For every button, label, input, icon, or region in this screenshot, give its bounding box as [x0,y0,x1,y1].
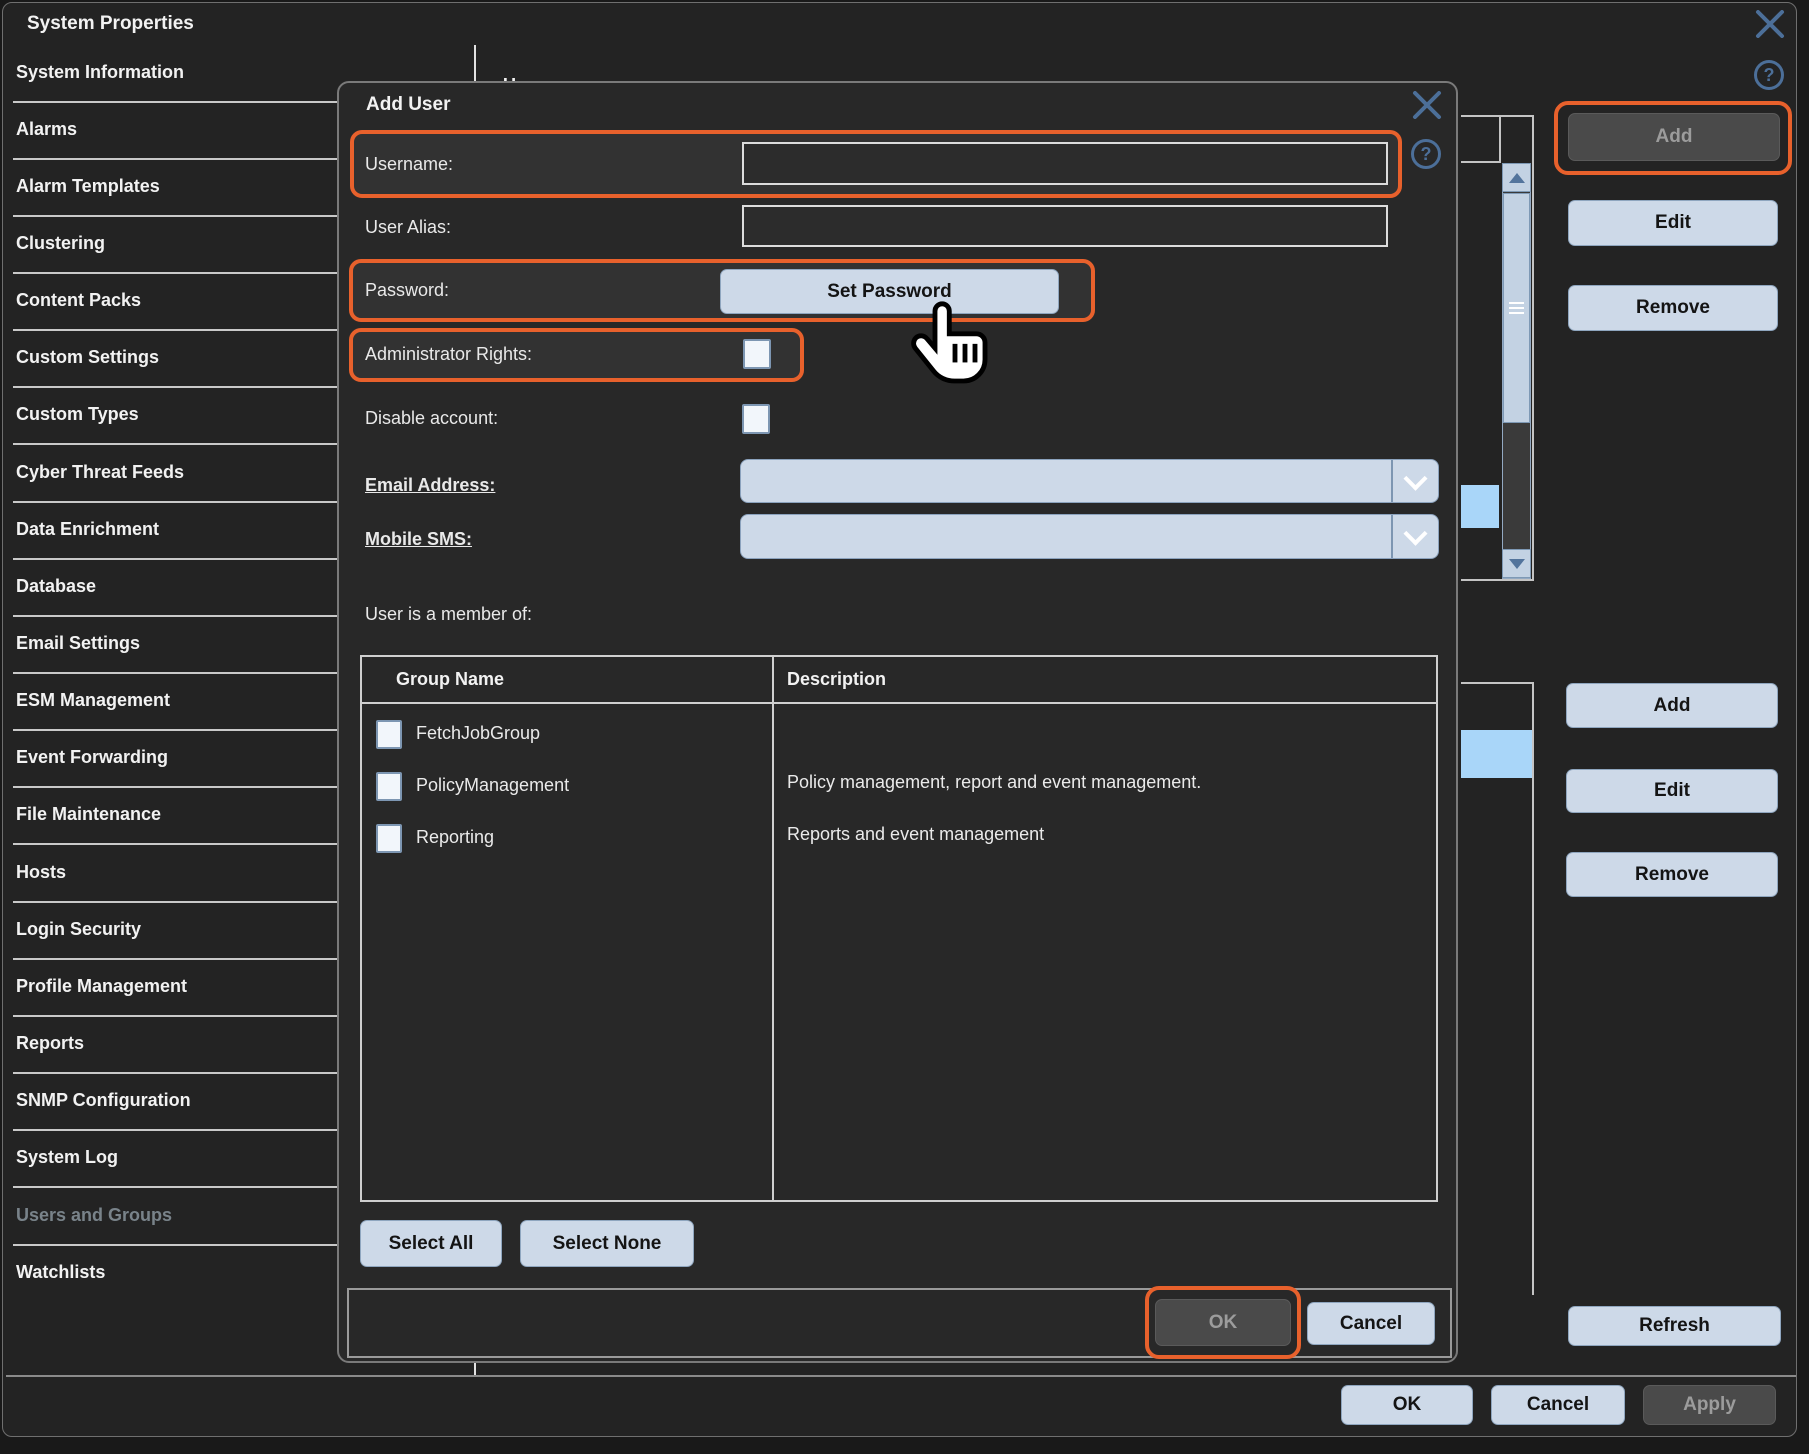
email-address-label[interactable]: Email Address: [365,475,495,496]
edit-group-button[interactable]: Edit [1566,769,1778,813]
triangle-down-icon [1509,559,1525,569]
username-label: Username: [365,154,453,175]
groups-table-right-border [1532,682,1534,1295]
footer-separator [6,1375,1796,1377]
add-user-button[interactable]: Add [1568,113,1780,161]
page-title: System Properties [27,13,194,35]
help-glyph: ? [1764,65,1775,86]
sidebar-item-clustering[interactable]: Clustering [16,215,105,272]
member-of-label: User is a member of: [365,604,532,625]
admin-rights-checkbox[interactable] [743,339,771,369]
window-help-icon[interactable]: ? [1754,60,1784,90]
column-header-description[interactable]: Description [787,669,886,690]
column-divider [772,657,774,1200]
users-table-header-border [1461,161,1501,163]
sidebar-item-database[interactable]: Database [16,558,96,615]
dialog-ok-button[interactable]: OK [1155,1299,1291,1346]
group-checkbox-fetchjobgroup[interactable] [376,720,402,749]
sidebar-item-cyber-threat-feeds[interactable]: Cyber Threat Feeds [16,444,184,501]
users-table-right-border [1532,115,1534,581]
disable-account-label: Disable account: [365,408,498,429]
users-table-selected-row[interactable] [1461,485,1499,528]
groups-table: Group Name Description FetchJobGroup Poli… [360,655,1438,1202]
edit-user-button[interactable]: Edit [1568,200,1778,246]
sidebar-item-alarms[interactable]: Alarms [16,101,77,158]
refresh-button[interactable]: Refresh [1568,1306,1781,1346]
scrollbar-thumb[interactable] [1503,193,1530,423]
group-description: Policy management, report and event mana… [787,772,1201,793]
users-table-bottom-border [1461,579,1533,581]
user-alias-input[interactable] [742,205,1388,247]
sidebar-item-custom-settings[interactable]: Custom Settings [16,329,159,386]
dialog-help-icon[interactable]: ? [1411,139,1441,169]
users-table-top-border [1461,115,1533,117]
mobile-sms-dropdown[interactable] [740,514,1439,559]
mobile-dropdown-arrow[interactable] [1391,515,1438,558]
users-table-column-border [1499,115,1501,162]
group-name[interactable]: Reporting [416,827,494,848]
triangle-up-icon [1509,173,1525,183]
hand-cursor-icon [911,301,999,406]
email-dropdown-arrow[interactable] [1391,460,1438,502]
password-label: Password: [365,280,449,301]
remove-group-button[interactable]: Remove [1566,852,1778,897]
chevron-down-icon [1403,466,1427,490]
help-glyph: ? [1421,144,1432,165]
sidebar-item-system-information[interactable]: System Information [16,44,184,101]
add-user-dialog: Add User ? Username: User Alias: Passwor… [337,81,1458,1363]
set-password-button[interactable]: Set Password [720,269,1059,314]
sidebar-item-snmp-configuration[interactable]: SNMP Configuration [16,1072,191,1129]
group-name[interactable]: FetchJobGroup [416,723,540,744]
sidebar-item-profile-management[interactable]: Profile Management [16,958,187,1015]
group-name[interactable]: PolicyManagement [416,775,569,796]
dialog-close-icon[interactable] [1412,91,1442,119]
scroll-up-button[interactable] [1502,163,1531,192]
mobile-sms-label[interactable]: Mobile SMS: [365,529,472,550]
window-ok-button[interactable]: OK [1341,1385,1473,1425]
window-cancel-button[interactable]: Cancel [1491,1385,1625,1425]
sidebar-item-users-and-groups[interactable]: Users and Groups [16,1187,172,1244]
sidebar-item-alarm-templates[interactable]: Alarm Templates [16,158,160,215]
groups-table-top-border [1461,682,1533,684]
group-description: Reports and event management [787,824,1044,845]
groups-table-header: Group Name Description [362,657,1436,704]
sidebar-item-login-security[interactable]: Login Security [16,901,141,958]
grip-icon [1509,307,1524,309]
group-checkbox-policymanagement[interactable] [376,772,402,801]
sidebar-item-custom-types[interactable]: Custom Types [16,386,139,443]
admin-rights-label: Administrator Rights: [365,344,532,365]
sidebar-item-content-packs[interactable]: Content Packs [16,272,141,329]
email-address-dropdown[interactable] [740,459,1439,503]
username-input[interactable] [742,142,1388,185]
sidebar-item-watchlists[interactable]: Watchlists [16,1244,105,1301]
disable-account-checkbox[interactable] [742,404,770,434]
select-none-button[interactable]: Select None [520,1220,694,1267]
sidebar-item-event-forwarding[interactable]: Event Forwarding [16,729,168,786]
sidebar-item-email-settings[interactable]: Email Settings [16,615,140,672]
group-checkbox-reporting[interactable] [376,824,402,853]
dialog-title: Add User [366,94,450,116]
grip-icon [1509,302,1524,304]
dialog-cancel-button[interactable]: Cancel [1307,1302,1435,1345]
window-apply-button[interactable]: Apply [1643,1385,1776,1425]
select-all-button[interactable]: Select All [360,1220,502,1267]
column-header-group-name[interactable]: Group Name [396,669,504,690]
remove-user-button[interactable]: Remove [1568,285,1778,331]
sidebar-item-hosts[interactable]: Hosts [16,844,66,901]
user-alias-label: User Alias: [365,217,451,238]
sidebar-item-data-enrichment[interactable]: Data Enrichment [16,501,159,558]
sidebar-item-system-log[interactable]: System Log [16,1129,118,1186]
sidebar-item-file-maintenance[interactable]: File Maintenance [16,786,161,843]
sidebar-item-esm-management[interactable]: ESM Management [16,672,170,729]
sidebar-item-reports[interactable]: Reports [16,1015,84,1072]
add-group-button[interactable]: Add [1566,683,1778,728]
scroll-down-button[interactable] [1502,549,1531,578]
groups-table-selected-row[interactable] [1461,730,1532,778]
chevron-down-icon [1403,522,1427,546]
window-close-icon[interactable] [1755,10,1785,38]
grip-icon [1509,312,1524,314]
